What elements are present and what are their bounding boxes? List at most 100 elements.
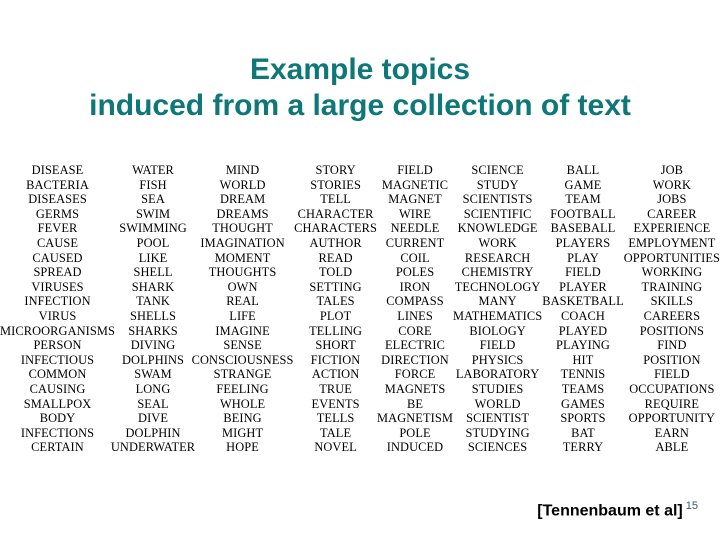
topic-word: FIND	[657, 338, 687, 353]
topic-word: ELECTRIC	[385, 338, 446, 353]
topic-word: FIELD	[479, 338, 516, 353]
topic-word: MAGNETISM	[377, 411, 453, 426]
topic-word: DREAMS	[216, 206, 269, 221]
topic-word: WORK	[478, 235, 517, 250]
topic-word: RESEARCH	[464, 250, 531, 265]
topic-word: BAT	[571, 425, 595, 440]
topic-word: COACH	[561, 308, 605, 323]
topic-word: HOPE	[226, 440, 259, 455]
topic-word: LIKE	[138, 250, 168, 265]
topic-word: LIFE	[229, 308, 256, 323]
topic-word: WORK	[652, 177, 691, 192]
slide-title-line-2: induced from a large collection of text	[89, 89, 631, 122]
topic-word: SMALLPOX	[23, 396, 92, 411]
topic-word: EXPERIENCE	[633, 221, 711, 236]
topic-word: DREAM	[219, 192, 266, 207]
topic-word: MOMENT	[214, 250, 271, 265]
topic-word: DISEASES	[28, 192, 87, 207]
topic-word: WORLD	[219, 177, 266, 192]
topic-word: STORIES	[310, 177, 361, 192]
topic-word: PERSON	[33, 338, 82, 353]
page-number: 15	[685, 500, 698, 512]
topic-word: CAREERS	[643, 308, 701, 323]
topic-story-column: STORY STORIES TELL CHARACTER CHARACTERS AUTHO…	[294, 163, 377, 455]
topic-word: CONSCIOUSNESS	[191, 352, 294, 367]
topic-word: FEVER	[37, 221, 78, 236]
topic-word: SHORT	[315, 338, 356, 353]
topic-word: TEAMS	[561, 381, 605, 396]
topic-word: MIND	[225, 163, 260, 177]
topic-word: MANY	[478, 294, 517, 309]
topic-word: TRAINING	[641, 279, 703, 294]
topic-word: WORKING	[641, 265, 703, 280]
topic-word: COMPASS	[386, 294, 444, 309]
topic-word: INFECTION	[24, 294, 91, 309]
topic-word: BALL	[566, 163, 600, 177]
topic-word: AUTHOR	[309, 235, 362, 250]
topic-word: BEING	[223, 411, 262, 426]
topic-word: CHEMISTRY	[461, 265, 534, 280]
topic-word: DOLPHINS	[121, 352, 185, 367]
topic-word: GAME	[564, 177, 602, 192]
topic-word: PLAYER	[559, 279, 607, 294]
topic-word: IMAGINATION	[200, 235, 285, 250]
topic-word: VIRUS	[38, 308, 77, 323]
topic-word: TANK	[136, 294, 170, 309]
topic-word: CAUSED	[32, 250, 83, 265]
topic-word: CAUSING	[29, 381, 86, 396]
topic-columns-container: DISEASE BACTERIA DISEASES GERMS FEVER CAUSE CA…	[0, 163, 720, 455]
topic-word: CHARACTER	[297, 206, 374, 221]
topic-word: SWIMMING	[119, 221, 187, 236]
topic-word: EVENTS	[311, 396, 360, 411]
topic-word: OPPORTUNITY	[628, 411, 716, 426]
topic-word: BIOLOGY	[469, 323, 526, 338]
topic-word: TELLS	[316, 411, 355, 426]
topic-word: NEEDLE	[390, 221, 440, 236]
topic-word: BE	[406, 396, 424, 411]
topic-word: REAL	[226, 294, 259, 309]
slide-footer: [Tennenbaum et al] 15	[0, 500, 720, 520]
topic-word: IMAGINE	[215, 323, 270, 338]
topic-word: STRANGE	[213, 367, 272, 382]
topic-word: TALES	[316, 294, 355, 309]
topic-word: LONG	[135, 381, 171, 396]
topic-word: PLAYERS	[555, 235, 611, 250]
topic-word: OPPORTUNITIES	[623, 250, 720, 265]
topic-word: SHARK	[131, 279, 175, 294]
topic-word: SEA	[141, 192, 165, 207]
topic-word: MAGNETS	[384, 381, 446, 396]
topic-word: TELL	[320, 192, 351, 207]
topic-word: NOVEL	[314, 440, 357, 455]
topic-word: SCIENCES	[467, 440, 528, 455]
topic-field-column: FIELD MAGNETIC MAGNET WIRE NEEDLE CURRENT COIL…	[377, 163, 453, 455]
topic-word: SHELLS	[129, 308, 177, 323]
topic-word: SCIENTIFIC	[463, 206, 532, 221]
topic-word: TRUE	[319, 381, 352, 396]
topic-word: FIELD	[654, 367, 690, 382]
topic-word: SPORTS	[560, 411, 606, 426]
topic-word: PLAY	[567, 250, 599, 265]
topic-word: MAGNETIC	[381, 177, 449, 192]
topic-word: FICTION	[310, 352, 361, 367]
topic-word: SWAM	[134, 367, 172, 382]
topic-word: GAMES	[561, 396, 605, 411]
topic-word: CAUSE	[36, 235, 79, 250]
topic-word: SWIM	[135, 206, 171, 221]
topic-word: THOUGHTS	[208, 265, 277, 280]
topic-word: JOB	[660, 163, 684, 177]
slide-title-line-1: Example topics	[249, 53, 471, 86]
topic-word: TELLING	[309, 323, 363, 338]
topic-word: INFECTIONS	[20, 425, 95, 440]
topic-word: DISEASE	[31, 163, 84, 177]
topic-word: CURRENT	[385, 235, 445, 250]
topic-word: CAREER	[647, 206, 697, 221]
topic-word: PLAYING	[556, 338, 610, 353]
topic-word: FIELD	[565, 265, 601, 280]
topic-word: STUDIES	[471, 381, 524, 396]
topic-word: SETTING	[309, 279, 362, 294]
topic-word: SEAL	[137, 396, 169, 411]
topic-word: SHARKS	[128, 323, 178, 338]
topic-word: KNOWLEDGE	[457, 221, 538, 236]
topic-word: SCIENTISTS	[462, 192, 533, 207]
topic-word: STUDYING	[465, 425, 530, 440]
